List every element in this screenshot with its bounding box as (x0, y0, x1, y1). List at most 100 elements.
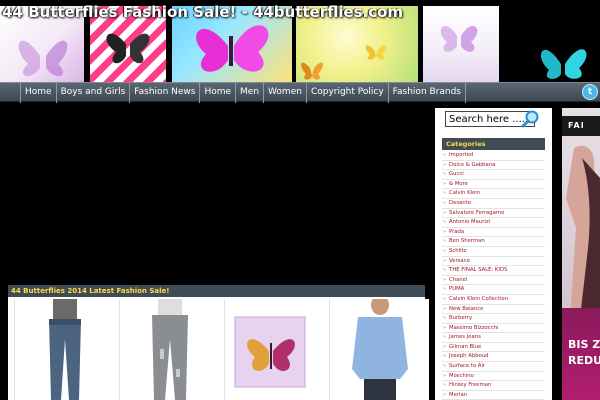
chevron-right-icon: » (443, 190, 447, 197)
category-list: » Imported» Dolce & Gabbana» Gucci» & More» C… (442, 151, 545, 400)
chevron-right-icon: » (443, 152, 447, 158)
chevron-right-icon: » (443, 295, 447, 302)
category-link[interactable]: » Moschino (442, 372, 545, 382)
chevron-right-icon: » (443, 199, 447, 206)
categories-title: Categories (442, 138, 545, 150)
category-label: Dolce & Gabbana (449, 161, 496, 168)
category-label: New Balance (449, 305, 484, 312)
chevron-right-icon: » (443, 391, 447, 398)
chevron-right-icon: » (443, 209, 447, 216)
category-link[interactable]: » Ben Sherman (442, 237, 545, 247)
ad-line-1: BIS Z (568, 338, 600, 351)
category-link[interactable]: » Surface to Air (442, 362, 545, 372)
nav-item-fashion-brands[interactable]: Fashion Brands (387, 83, 466, 103)
category-link[interactable]: » Gilman Blue (442, 343, 545, 353)
content-panel: 44 Butterflies 2014 Latest Fashion Sale! (8, 285, 429, 400)
chevron-right-icon: » (443, 334, 447, 341)
chevron-right-icon: » (443, 372, 447, 379)
chevron-right-icon: » (443, 353, 447, 360)
chevron-right-icon: » (443, 257, 447, 264)
chevron-right-icon: » (443, 305, 447, 312)
category-link[interactable]: » Calvin Klein Collection (442, 295, 545, 305)
ad-line-2: REDU (568, 354, 600, 367)
nav-item-home-2[interactable]: Home (199, 83, 235, 103)
butterfly-canvas-product-image (234, 316, 306, 388)
category-label: Merlan (449, 391, 468, 398)
category-label: Joseph Abboud (449, 353, 489, 360)
chevron-right-icon: » (443, 180, 447, 187)
category-link[interactable]: » Antonio Maurizi (442, 218, 545, 228)
category-label: Burberry (449, 315, 473, 322)
header-banner[interactable]: 44 Butterflies Fashion Sale! - 44butterf… (0, 0, 600, 82)
product-card[interactable] (329, 299, 429, 400)
nav-item-home[interactable]: Home (20, 83, 56, 103)
chevron-right-icon: » (443, 171, 447, 178)
category-label: Imported (449, 152, 474, 158)
banner-tile-lavender-butterflies (423, 6, 499, 82)
category-label: Schiltz (449, 247, 467, 254)
chevron-right-icon: » (443, 315, 447, 322)
category-link[interactable]: » Dolce & Gabbana (442, 161, 545, 171)
category-link[interactable]: » Hickey Freeman (442, 381, 545, 391)
product-card[interactable] (14, 299, 114, 400)
twitter-icon[interactable]: t (582, 84, 598, 100)
ad-top-text: FAI (562, 116, 600, 136)
nav-item-women[interactable]: Women (263, 83, 306, 103)
category-link[interactable]: » Imported (442, 151, 545, 161)
category-link[interactable]: » Gucci (442, 170, 545, 180)
nav-item-boys-and-girls[interactable]: Boys and Girls (55, 83, 130, 103)
category-link[interactable]: » James Jeans (442, 333, 545, 343)
butterfly-icon (540, 49, 587, 79)
category-label: Moschino (449, 372, 474, 379)
chevron-right-icon: » (443, 286, 447, 293)
chevron-right-icon: » (443, 161, 447, 168)
chevron-right-icon: » (443, 219, 447, 226)
nav-item-copyright-policy[interactable]: Copyright Policy (305, 83, 388, 103)
category-link[interactable]: » Prada (442, 228, 545, 238)
category-label: Chanel (449, 276, 468, 283)
category-label: & More (449, 180, 468, 187)
category-link[interactable]: » New Balance (442, 305, 545, 315)
category-label: Prada (449, 228, 465, 235)
main-nav: Home Boys and Girls Fashion News Home Me… (0, 82, 600, 103)
product-card[interactable] (224, 299, 324, 400)
category-label: James Jeans (449, 334, 481, 341)
category-link[interactable]: » Salvatore Ferragamo (442, 209, 545, 219)
category-link[interactable]: » Massimo Bizzocchi (442, 324, 545, 334)
distressed-jeans-product-image (152, 299, 188, 400)
category-link[interactable]: » Schiltz (442, 247, 545, 257)
chevron-right-icon: » (443, 324, 447, 331)
category-link[interactable]: » Desanto (442, 199, 545, 209)
category-label: Surface to Air (449, 363, 486, 370)
category-link[interactable]: » Calvin Klein (442, 189, 545, 199)
category-link[interactable]: » Burberry (442, 314, 545, 324)
nav-item-fashion-news[interactable]: Fashion News (129, 83, 199, 103)
category-label: THE FINAL SALE: KIDS (449, 267, 508, 274)
category-link[interactable]: » Merlan (442, 391, 545, 400)
site-title[interactable]: 44 Butterflies Fashion Sale! - 44butterf… (2, 3, 403, 21)
category-label: Gucci (449, 171, 464, 178)
chevron-right-icon: » (443, 228, 447, 235)
category-link[interactable]: » PUMA (442, 285, 545, 295)
category-label: Versace (449, 257, 470, 264)
category-link[interactable]: » Chanel (442, 276, 545, 286)
category-label: Salvatore Ferragamo (449, 209, 505, 216)
page: 44 Butterflies Fashion Sale! - 44butterf… (0, 0, 600, 400)
nav-item-men[interactable]: Men (235, 83, 263, 103)
category-label: Gilman Blue (449, 343, 482, 350)
chevron-right-icon: » (443, 247, 447, 254)
jeans-product-image (49, 299, 81, 400)
section-title[interactable]: 44 Butterflies 2014 Latest Fashion Sale! (8, 285, 425, 297)
category-link[interactable]: » Versace (442, 257, 545, 267)
chevron-right-icon: » (443, 276, 447, 283)
category-link[interactable]: » Joseph Abboud (442, 352, 545, 363)
category-link[interactable]: » THE FINAL SALE: KIDS (442, 266, 545, 276)
chevron-right-icon: » (443, 267, 447, 274)
category-label: Calvin Klein (449, 190, 481, 197)
sidebar: Search here .... Categories » Imported» Do… (435, 108, 552, 400)
category-link[interactable]: » & More (442, 180, 545, 190)
banner-tile-blue-butterfly (503, 6, 600, 82)
product-card[interactable] (119, 299, 219, 400)
advertisement[interactable]: FAI BIS Z REDU (562, 108, 600, 400)
search-icon[interactable] (521, 110, 539, 128)
